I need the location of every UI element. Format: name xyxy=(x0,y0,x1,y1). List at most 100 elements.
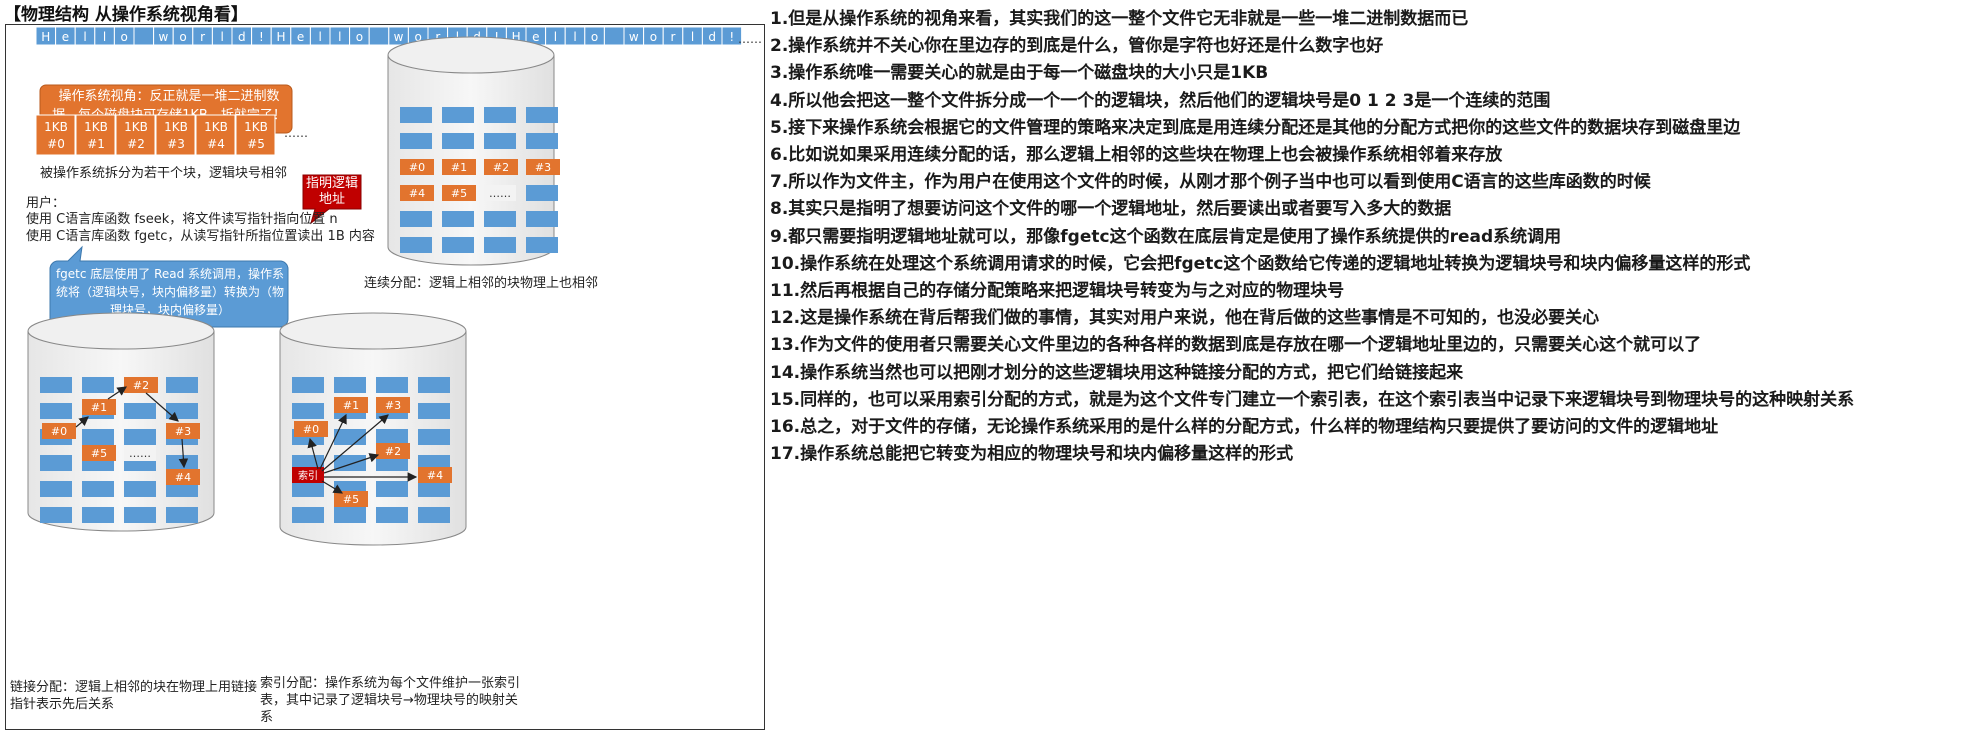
logical-block-id: #3 xyxy=(167,137,185,151)
index-label: 索引 xyxy=(298,469,318,482)
logical-block-id: #4 xyxy=(207,137,225,151)
note-line: 11.然后再根据自己的存储分配策略来把逻辑块号转变为与之对应的物理块号 xyxy=(770,281,1345,301)
hello-char: r xyxy=(671,30,676,44)
physical-block xyxy=(526,133,558,149)
physical-block xyxy=(418,507,450,523)
logical-block-size: 1KB xyxy=(44,120,68,134)
physical-block xyxy=(418,481,450,497)
hello-char: d xyxy=(708,30,716,44)
physical-block xyxy=(40,507,72,523)
file-block-label: #4 xyxy=(409,187,425,200)
hello-char: l xyxy=(554,30,557,44)
physical-block xyxy=(166,377,198,393)
hello-char: l xyxy=(573,30,576,44)
hello-char: e xyxy=(297,30,304,44)
file-block-label: #2 xyxy=(385,445,401,458)
hello-char: ! xyxy=(729,30,734,44)
file-block-label: #5 xyxy=(343,493,359,506)
physical-block xyxy=(82,429,114,445)
file-block-label: #0 xyxy=(51,425,67,438)
logical-block-id: #5 xyxy=(247,137,265,151)
physical-block xyxy=(124,481,156,497)
disk-top xyxy=(279,312,467,350)
physical-block xyxy=(292,481,324,497)
physical-block xyxy=(442,211,474,227)
logical-block-size: 1KB xyxy=(124,120,148,134)
file-block-label: #4 xyxy=(175,471,191,484)
file-block-label: #5 xyxy=(91,447,107,460)
note-line: 15.同样的，也可以采用索引分配的方式，就是为这个文件专门建立一个索引表，在这个… xyxy=(770,389,1855,410)
hello-char: o xyxy=(179,30,186,44)
syscall-bubble-text: fgetc 底层使用了 Read 系统调用，操作系统将（逻辑块号，块内偏移量）转… xyxy=(55,267,285,317)
file-block-label: #3 xyxy=(535,161,551,174)
hello-char: e xyxy=(62,30,69,44)
physical-block xyxy=(418,377,450,393)
contiguous-caption: 连续分配：逻辑上相邻的块物理上也相邻 xyxy=(364,275,598,291)
physical-block xyxy=(442,237,474,253)
note-line: 17.操作系统总能把它转变为相应的物理块号和块内偏移量这样的形式 xyxy=(770,444,1294,465)
hello-cell xyxy=(603,26,625,46)
hello-char: H xyxy=(276,30,285,44)
logical-blocks: 1KB #0 1KB #1 1KB #2 1KB #3 1KB #4 1KB #5 xyxy=(35,114,276,156)
hello-char: w xyxy=(158,30,168,44)
physical-block xyxy=(82,481,114,497)
physical-block xyxy=(292,403,324,419)
physical-block xyxy=(400,211,432,227)
hello-char: l xyxy=(319,30,322,44)
hello-char: w xyxy=(629,30,639,44)
hello-char: o xyxy=(591,30,598,44)
logical-block-size: 1KB xyxy=(84,120,108,134)
logical-block-id: #2 xyxy=(127,137,145,151)
file-block-label: #3 xyxy=(385,399,401,412)
physical-block xyxy=(376,481,408,497)
hello-char: r xyxy=(200,30,205,44)
note-line: 13.作为文件的使用者只需要关心文件里边的各种各样的数据到底是存放在哪一个逻辑地… xyxy=(770,335,1702,356)
hello-char: H xyxy=(41,30,50,44)
logic-ellipsis: …… xyxy=(284,126,308,140)
physical-block xyxy=(526,107,558,123)
hello-cell xyxy=(368,26,390,46)
note-line: 14.操作系统当然也可以把刚才划分的这些逻辑块用这种链接分配的方式，把它们给链接… xyxy=(770,362,1464,383)
hello-char: o xyxy=(650,30,657,44)
physical-block xyxy=(418,403,450,419)
physical-block xyxy=(292,507,324,523)
note-line: 9.都只需要指明逻辑地址就可以，那像fgetc这个函数在底层肯定是使用了操作系统… xyxy=(770,226,1562,247)
physical-block xyxy=(484,211,516,227)
physical-block xyxy=(442,133,474,149)
file-block-label: #5 xyxy=(451,187,467,200)
contiguous-ellipsis: …… xyxy=(489,187,511,200)
physical-block xyxy=(400,107,432,123)
physical-block xyxy=(376,507,408,523)
logical-block-id: #0 xyxy=(47,137,65,151)
note-line: 8.其实只是指明了想要访问这个文件的哪一个逻辑地址，然后要读出或者要写入多大的数… xyxy=(770,199,1452,220)
user-line-2: 使用 C语言库函数 fgetc，从读写指针所指位置读出 1B 内容 xyxy=(26,228,375,244)
physical-block xyxy=(40,455,72,471)
note-line: 2.操作系统并不关心你在里边存的到底是什么，管你是字符也好还是什么数字也好 xyxy=(770,36,1384,57)
physical-block xyxy=(40,377,72,393)
physical-block xyxy=(376,429,408,445)
hello-char: o xyxy=(121,30,128,44)
hello-char: l xyxy=(221,30,224,44)
split-caption: 被操作系统拆分为若干个块，逻辑块号相邻 xyxy=(40,165,287,181)
physical-block xyxy=(82,507,114,523)
logical-block-id: #1 xyxy=(87,137,105,151)
disk-top xyxy=(387,36,555,74)
linked-ellipsis: …… xyxy=(129,447,151,460)
file-block-label: #3 xyxy=(175,425,191,438)
physical-block xyxy=(40,481,72,497)
hello-char: ! xyxy=(259,30,264,44)
diagram-panel: Helloworld!Helloworld!Helloworld! …… 操作系… xyxy=(5,24,765,730)
physical-block xyxy=(484,237,516,253)
file-block-label: #1 xyxy=(343,399,359,412)
physical-block xyxy=(400,237,432,253)
physical-block xyxy=(526,211,558,227)
disk-linked: #0 #1 #2 #3 #4 #5 …… xyxy=(27,312,215,532)
hello-char: o xyxy=(356,30,363,44)
hello-char: d xyxy=(238,30,246,44)
hello-world-strip: Helloworld!Helloworld!Helloworld! xyxy=(35,26,743,46)
logical-block-size: 1KB xyxy=(164,120,188,134)
physical-block xyxy=(166,507,198,523)
note-line: 4.所以他会把这一整个文件拆分成一个一个的逻辑块，然后他们的逻辑块号是0 1 2… xyxy=(770,90,1551,111)
note-line: 12.这是操作系统在背后帮我们做的事情，其实对用户来说，他在背后做的这些事情是不… xyxy=(770,308,1600,329)
page-title: 【物理结构 从操作系统视角看】 xyxy=(4,5,248,25)
